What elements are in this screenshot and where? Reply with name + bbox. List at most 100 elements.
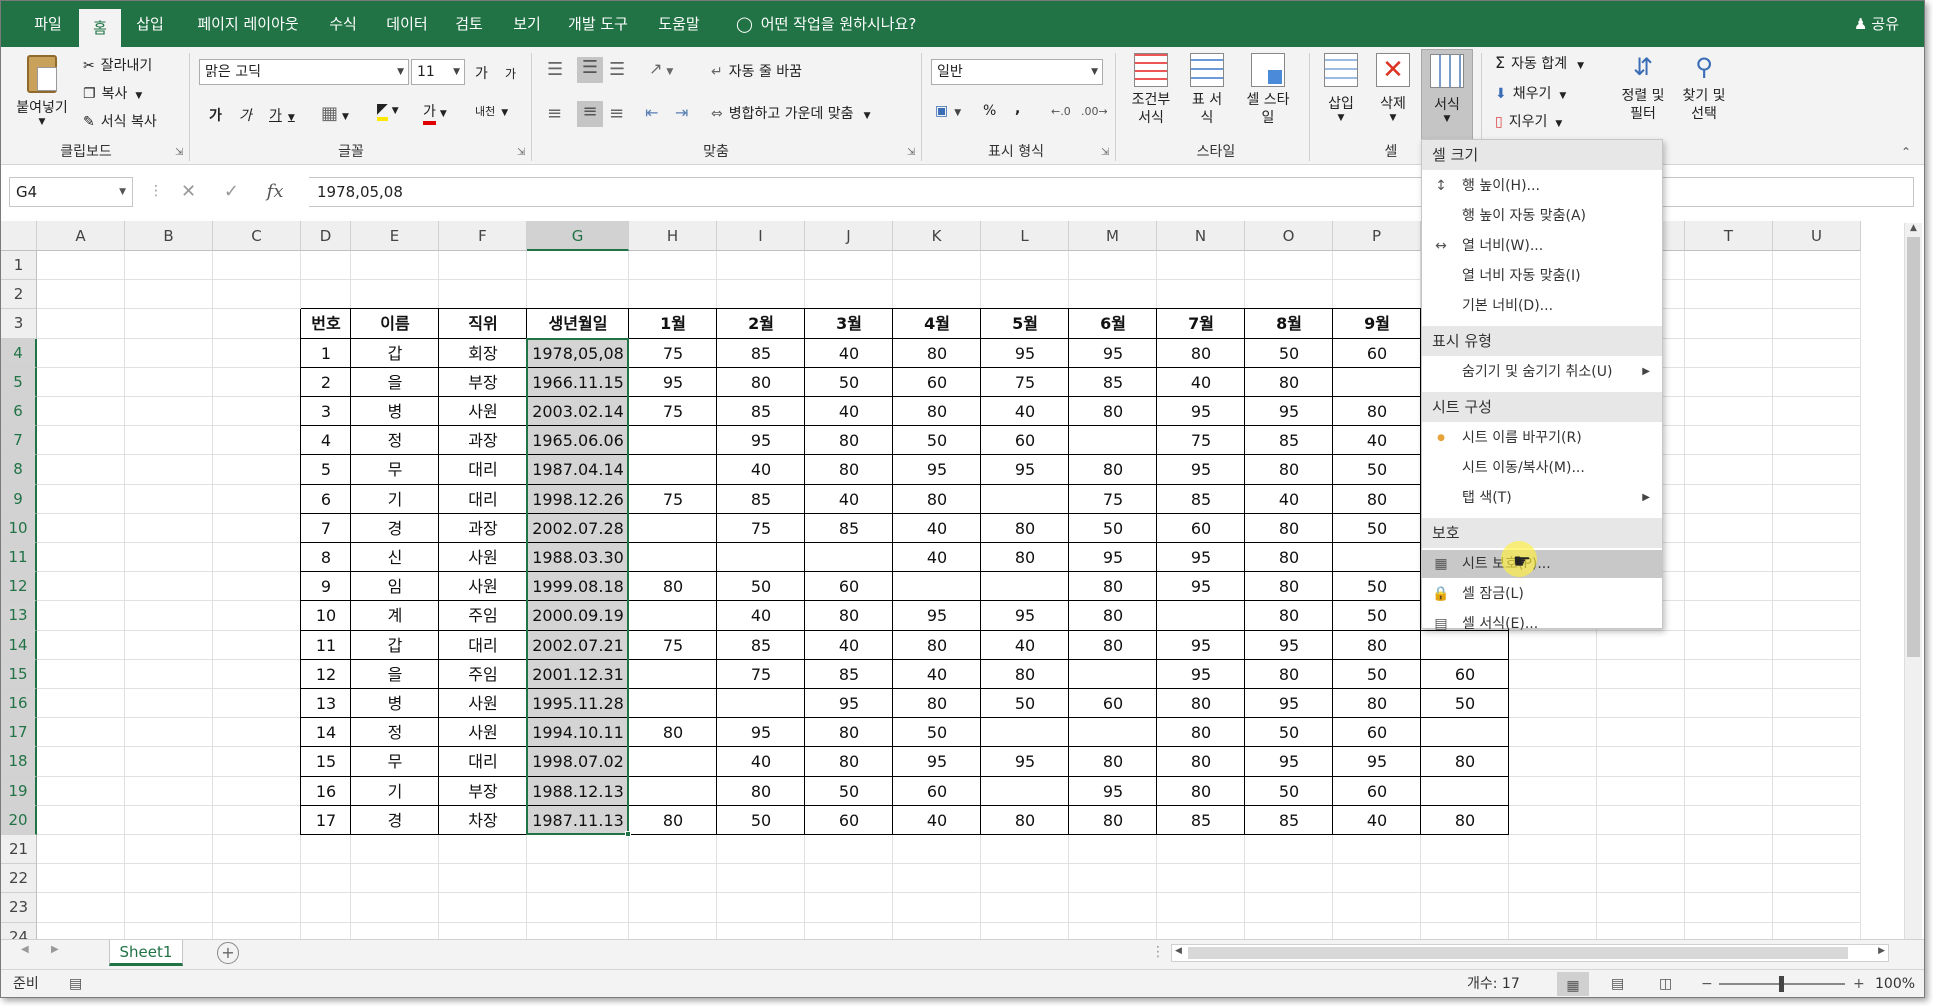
- scroll-right-icon[interactable]: ▶: [1878, 946, 1885, 956]
- column-header-n[interactable]: N: [1157, 221, 1245, 251]
- menu-item[interactable]: ● 시트 이름 바꾸기(R): [1422, 424, 1662, 452]
- row-header-23[interactable]: 23: [1, 893, 37, 923]
- dialog-launcher-icon[interactable]: ⇲: [1101, 147, 1109, 158]
- table-cell[interactable]: 80: [893, 631, 981, 660]
- tab-view[interactable]: 보기: [505, 1, 549, 47]
- table-cell[interactable]: 95: [717, 718, 805, 747]
- table-cell[interactable]: 80: [805, 747, 893, 776]
- table-header-cell[interactable]: 이름: [351, 309, 439, 338]
- table-cell[interactable]: 대리: [439, 747, 527, 776]
- table-cell[interactable]: 80: [805, 718, 893, 747]
- row-header-19[interactable]: 19: [1, 776, 37, 806]
- table-cell[interactable]: 50: [1245, 339, 1333, 368]
- select-all-corner[interactable]: [1, 221, 37, 251]
- table-cell[interactable]: [629, 747, 717, 776]
- column-header-b[interactable]: B: [125, 221, 213, 251]
- menu-item[interactable]: ▤ 셀 서식(E)...: [1422, 610, 1662, 638]
- row-header-21[interactable]: 21: [1, 835, 37, 865]
- table-cell[interactable]: 주임: [439, 601, 527, 630]
- table-cell[interactable]: 대리: [439, 455, 527, 484]
- table-header-cell[interactable]: 2월: [717, 309, 805, 338]
- table-cell[interactable]: 신: [351, 543, 439, 572]
- row-header-22[interactable]: 22: [1, 864, 37, 894]
- table-cell[interactable]: 40: [893, 514, 981, 543]
- normal-view-icon[interactable]: ▦: [1557, 972, 1589, 996]
- name-box[interactable]: G4 ▼: [9, 177, 133, 207]
- table-cell[interactable]: 9: [301, 572, 351, 601]
- table-cell[interactable]: 50: [893, 426, 981, 455]
- table-cell[interactable]: 80: [1333, 689, 1421, 718]
- comma-button[interactable]: ,: [1015, 101, 1020, 117]
- tab-review[interactable]: 검토: [447, 1, 491, 47]
- row-header-20[interactable]: 20: [1, 805, 37, 835]
- table-cell[interactable]: 과장: [439, 514, 527, 543]
- table-cell[interactable]: 80: [717, 368, 805, 397]
- table-cell[interactable]: 병: [351, 689, 439, 718]
- table-cell[interactable]: [629, 426, 717, 455]
- font-name-combo[interactable]: 맑은 고딕 ▼: [199, 59, 409, 85]
- table-cell[interactable]: 80: [1245, 601, 1333, 630]
- table-cell[interactable]: 80: [1069, 572, 1157, 601]
- row-header-11[interactable]: 11: [1, 543, 37, 573]
- table-cell[interactable]: [1157, 601, 1245, 630]
- row-header-15[interactable]: 15: [1, 659, 37, 689]
- align-center-icon[interactable]: ≡: [577, 101, 603, 127]
- table-cell[interactable]: 80: [1245, 514, 1333, 543]
- table-cell[interactable]: 15: [301, 747, 351, 776]
- table-cell[interactable]: 95: [1157, 543, 1245, 572]
- function-icon[interactable]: fx: [267, 181, 284, 202]
- table-cell[interactable]: 4: [301, 426, 351, 455]
- column-header-m[interactable]: M: [1069, 221, 1157, 251]
- fill-handle[interactable]: [625, 831, 631, 837]
- format-cells-button[interactable]: 서식 ▼: [1421, 49, 1473, 141]
- table-cell[interactable]: 85: [1069, 368, 1157, 397]
- table-cell[interactable]: 50: [1333, 455, 1421, 484]
- vertical-scrollbar[interactable]: ▲: [1904, 223, 1922, 943]
- column-header-a[interactable]: A: [37, 221, 125, 251]
- table-cell[interactable]: 50: [1421, 689, 1509, 718]
- table-cell[interactable]: 부장: [439, 777, 527, 806]
- row-header-7[interactable]: 7: [1, 426, 37, 456]
- table-cell[interactable]: 11: [301, 631, 351, 660]
- table-cell[interactable]: 7: [301, 514, 351, 543]
- table-cell[interactable]: 95: [981, 601, 1069, 630]
- table-cell[interactable]: 무: [351, 455, 439, 484]
- table-cell[interactable]: 40: [1245, 485, 1333, 514]
- table-cell[interactable]: [1069, 426, 1157, 455]
- row-header-3[interactable]: 3: [1, 309, 37, 339]
- cut-button[interactable]: ✂ 잘라내기: [83, 55, 152, 75]
- table-cell[interactable]: 6: [301, 485, 351, 514]
- table-cell[interactable]: 80: [1069, 631, 1157, 660]
- find-select-button[interactable]: ⚲ 찾기 및 선택: [1675, 53, 1733, 123]
- table-cell[interactable]: 80: [1421, 806, 1509, 835]
- orientation-icon[interactable]: ↗ ▼: [649, 59, 673, 78]
- column-header-o[interactable]: O: [1245, 221, 1333, 251]
- table-header-cell[interactable]: 직위: [439, 309, 527, 338]
- table-cell[interactable]: 경: [351, 806, 439, 835]
- menu-item[interactable]: 탭 색(T) ▶: [1422, 484, 1662, 512]
- tab-file[interactable]: 파일: [23, 1, 73, 47]
- column-header-l[interactable]: L: [981, 221, 1069, 251]
- table-cell[interactable]: [1333, 543, 1421, 572]
- table-cell[interactable]: 95: [1245, 689, 1333, 718]
- table-cell[interactable]: 80: [629, 718, 717, 747]
- table-cell[interactable]: 95: [1157, 455, 1245, 484]
- table-cell[interactable]: 95: [981, 339, 1069, 368]
- table-cell[interactable]: 기: [351, 485, 439, 514]
- number-format-combo[interactable]: 일반 ▼: [931, 59, 1103, 85]
- table-cell[interactable]: [629, 543, 717, 572]
- wrap-text-button[interactable]: ↵ 자동 줄 바꿈: [711, 61, 802, 81]
- align-bottom-icon[interactable]: ☰: [609, 59, 625, 80]
- row-header-4[interactable]: 4: [1, 338, 37, 368]
- menu-item[interactable]: ▦시트 보호(P)...: [1422, 550, 1662, 578]
- table-cell[interactable]: 85: [717, 631, 805, 660]
- table-cell[interactable]: 50: [1333, 514, 1421, 543]
- table-cell[interactable]: 80: [1245, 660, 1333, 689]
- table-cell[interactable]: 80: [1157, 718, 1245, 747]
- table-cell[interactable]: [1421, 718, 1509, 747]
- table-cell[interactable]: 40: [981, 631, 1069, 660]
- table-cell[interactable]: 사원: [439, 689, 527, 718]
- column-header-i[interactable]: I: [717, 221, 805, 251]
- table-cell[interactable]: 임: [351, 572, 439, 601]
- column-header-d[interactable]: D: [301, 221, 351, 251]
